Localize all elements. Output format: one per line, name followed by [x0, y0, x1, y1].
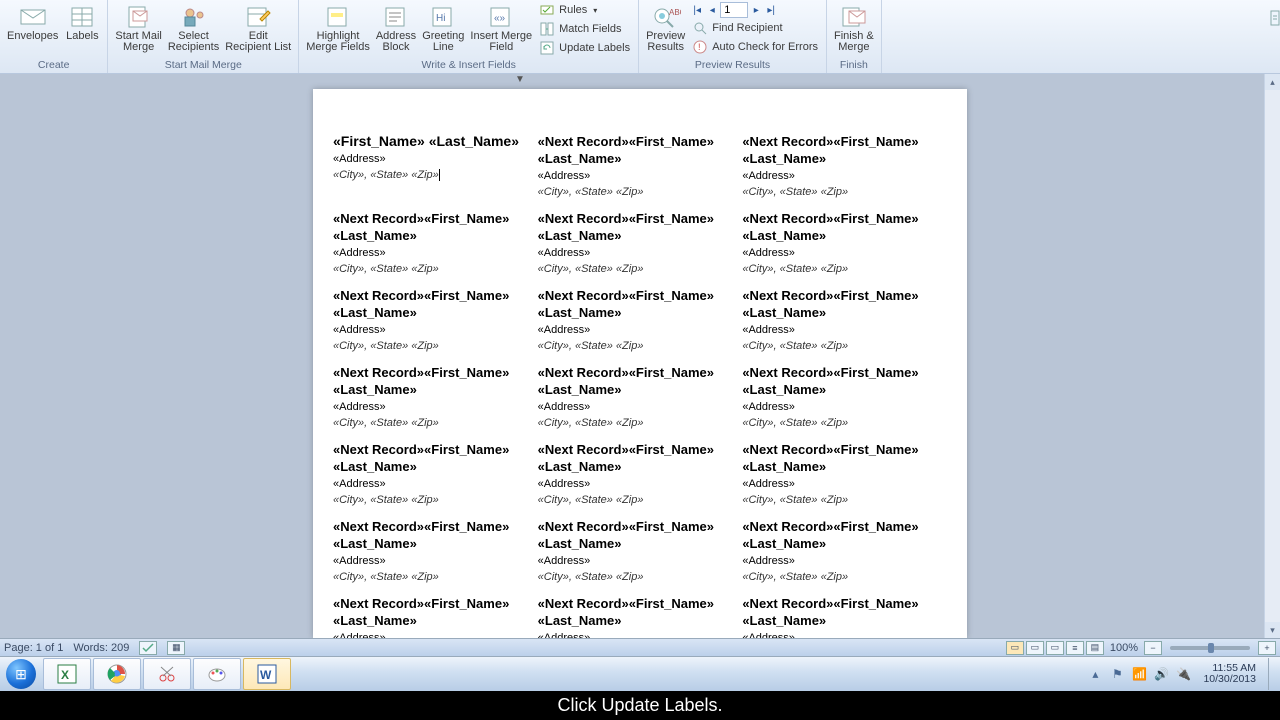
- record-number-input[interactable]: [720, 2, 748, 18]
- power-icon[interactable]: 🔌: [1175, 666, 1191, 682]
- word-count[interactable]: Words: 209: [73, 642, 129, 654]
- label-cell[interactable]: «Next Record»«First_Name» «Last_Name»«Ad…: [333, 206, 538, 283]
- web-layout-view-button[interactable]: ▭: [1046, 641, 1064, 655]
- document-page: «First_Name» «Last_Name»«Address»«City»,…: [313, 89, 967, 638]
- zoom-level[interactable]: 100%: [1110, 642, 1138, 654]
- zoom-slider[interactable]: [1170, 646, 1250, 650]
- start-button[interactable]: [0, 657, 42, 692]
- taskbar-snip-button[interactable]: [143, 658, 191, 690]
- group-create: Envelopes Labels Create: [0, 0, 108, 73]
- svg-text:!: !: [698, 42, 701, 52]
- status-bar: Page: 1 of 1 Words: 209 ▦ ▭ ▭ ▭ ≡ ▤ 100%…: [0, 638, 1280, 656]
- document-area: ▼ «First_Name» «Last_Name»«Address»«City…: [0, 74, 1280, 638]
- start-mail-merge-button[interactable]: Start Mail Merge: [112, 2, 164, 55]
- volume-icon[interactable]: 🔊: [1153, 666, 1169, 682]
- show-desktop-button[interactable]: [1268, 658, 1276, 690]
- group-write-insert-fields: Highlight Merge Fields Address Block Hi …: [299, 0, 639, 73]
- label-cell[interactable]: «Next Record»«First_Name» «Last_Name»«Ad…: [742, 591, 947, 638]
- prev-record-button[interactable]: ◂: [705, 3, 719, 17]
- system-clock[interactable]: 11:55 AM 10/30/2013: [1197, 663, 1262, 685]
- selection-pane-toggle[interactable]: [1270, 10, 1280, 70]
- match-fields-button[interactable]: Match Fields: [537, 20, 632, 38]
- video-caption: Click Update Labels.: [0, 691, 1280, 720]
- label-cell[interactable]: «Next Record»«First_Name» «Last_Name»«Ad…: [333, 591, 538, 638]
- show-hidden-icons[interactable]: ▴: [1087, 666, 1103, 682]
- windows-taskbar: X W ▴ ⚑ 📶 🔊 🔌 11:55 AM 10/30/2013: [0, 656, 1280, 691]
- label-cell[interactable]: «Next Record»«First_Name» «Last_Name»«Ad…: [333, 514, 538, 591]
- network-icon[interactable]: 📶: [1131, 666, 1147, 682]
- label-cell[interactable]: «Next Record»«First_Name» «Last_Name»«Ad…: [538, 283, 743, 360]
- finish-merge-button[interactable]: Finish & Merge: [831, 2, 877, 55]
- address-block-button[interactable]: Address Block: [373, 2, 419, 55]
- find-recipient-button[interactable]: Find Recipient: [690, 19, 820, 37]
- labels-button[interactable]: Labels: [61, 2, 103, 44]
- label-cell[interactable]: «Next Record»«First_Name» «Last_Name»«Ad…: [538, 514, 743, 591]
- label-cell[interactable]: «Next Record»«First_Name» «Last_Name»«Ad…: [538, 206, 743, 283]
- group-start-mail-merge: Start Mail Merge Select Recipients Edit …: [108, 0, 299, 73]
- ribbon: Envelopes Labels Create Start Mail Merge…: [0, 0, 1280, 74]
- scroll-up-button[interactable]: ▴: [1265, 74, 1280, 90]
- label-cell[interactable]: «Next Record»«First_Name» «Last_Name»«Ad…: [538, 591, 743, 638]
- label-cell[interactable]: «Next Record»«First_Name» «Last_Name»«Ad…: [333, 360, 538, 437]
- vertical-scrollbar[interactable]: ▴ ▾: [1264, 74, 1280, 638]
- first-record-button[interactable]: |◂: [690, 3, 704, 17]
- taskbar-word-button[interactable]: W: [243, 658, 291, 690]
- label-cell[interactable]: «First_Name» «Last_Name»«Address»«City»,…: [333, 129, 538, 206]
- group-finish: Finish & Merge Finish: [827, 0, 882, 73]
- label-cell[interactable]: «Next Record»«First_Name» «Last_Name»«Ad…: [742, 514, 947, 591]
- taskbar-excel-button[interactable]: X: [43, 658, 91, 690]
- page-indicator[interactable]: Page: 1 of 1: [4, 642, 63, 654]
- greeting-line-button[interactable]: Hi Greeting Line: [419, 2, 467, 55]
- highlight-merge-fields-button[interactable]: Highlight Merge Fields: [303, 2, 373, 55]
- label-cell[interactable]: «Next Record»«First_Name» «Last_Name»«Ad…: [742, 206, 947, 283]
- zoom-in-button[interactable]: +: [1258, 641, 1276, 655]
- select-recipients-button[interactable]: Select Recipients: [165, 2, 222, 55]
- label-cell[interactable]: «Next Record»«First_Name» «Last_Name»«Ad…: [538, 129, 743, 206]
- taskbar-chrome-button[interactable]: [93, 658, 141, 690]
- svg-text:W: W: [260, 668, 272, 682]
- label-cell[interactable]: «Next Record»«First_Name» «Last_Name»«Ad…: [742, 437, 947, 514]
- label-cell[interactable]: «Next Record»«First_Name» «Last_Name»«Ad…: [538, 360, 743, 437]
- zoom-out-button[interactable]: −: [1144, 641, 1162, 655]
- scroll-down-button[interactable]: ▾: [1265, 622, 1280, 638]
- record-navigation: |◂ ◂ ▸ ▸|: [690, 2, 820, 18]
- action-center-icon[interactable]: ⚑: [1109, 666, 1125, 682]
- outline-view-button[interactable]: ≡: [1066, 641, 1084, 655]
- group-preview-results: ABC Preview Results |◂ ◂ ▸ ▸| Find Recip…: [639, 0, 827, 73]
- next-record-button[interactable]: ▸: [749, 3, 763, 17]
- preview-results-button[interactable]: ABC Preview Results: [643, 2, 688, 55]
- auto-check-errors-button[interactable]: !Auto Check for Errors: [690, 38, 820, 56]
- label-cell[interactable]: «Next Record»«First_Name» «Last_Name»«Ad…: [538, 437, 743, 514]
- svg-text:«»: «»: [494, 13, 506, 24]
- draft-view-button[interactable]: ▤: [1086, 641, 1104, 655]
- svg-text:X: X: [61, 668, 69, 682]
- edit-recipient-list-button[interactable]: Edit Recipient List: [222, 2, 294, 55]
- envelopes-button[interactable]: Envelopes: [4, 2, 61, 44]
- label-cell[interactable]: «Next Record»«First_Name» «Last_Name»«Ad…: [333, 283, 538, 360]
- full-screen-view-button[interactable]: ▭: [1026, 641, 1044, 655]
- label-cell[interactable]: «Next Record»«First_Name» «Last_Name»«Ad…: [742, 283, 947, 360]
- label-cell[interactable]: «Next Record»«First_Name» «Last_Name»«Ad…: [742, 129, 947, 206]
- svg-text:Hi: Hi: [436, 13, 445, 24]
- ruler-indent-marker[interactable]: ▼: [515, 74, 525, 85]
- taskbar-paint-button[interactable]: [193, 658, 241, 690]
- proofing-icon[interactable]: [139, 641, 157, 655]
- last-record-button[interactable]: ▸|: [764, 3, 778, 17]
- label-cell[interactable]: «Next Record»«First_Name» «Last_Name»«Ad…: [333, 437, 538, 514]
- label-cell[interactable]: «Next Record»«First_Name» «Last_Name»«Ad…: [742, 360, 947, 437]
- print-layout-view-button[interactable]: ▭: [1006, 641, 1024, 655]
- rules-button[interactable]: Rules▾: [537, 1, 632, 19]
- svg-text:ABC: ABC: [669, 8, 681, 17]
- insert-merge-field-button[interactable]: «» Insert Merge Field: [467, 2, 535, 55]
- macro-icon[interactable]: ▦: [167, 641, 185, 655]
- update-labels-button[interactable]: Update Labels: [537, 39, 632, 57]
